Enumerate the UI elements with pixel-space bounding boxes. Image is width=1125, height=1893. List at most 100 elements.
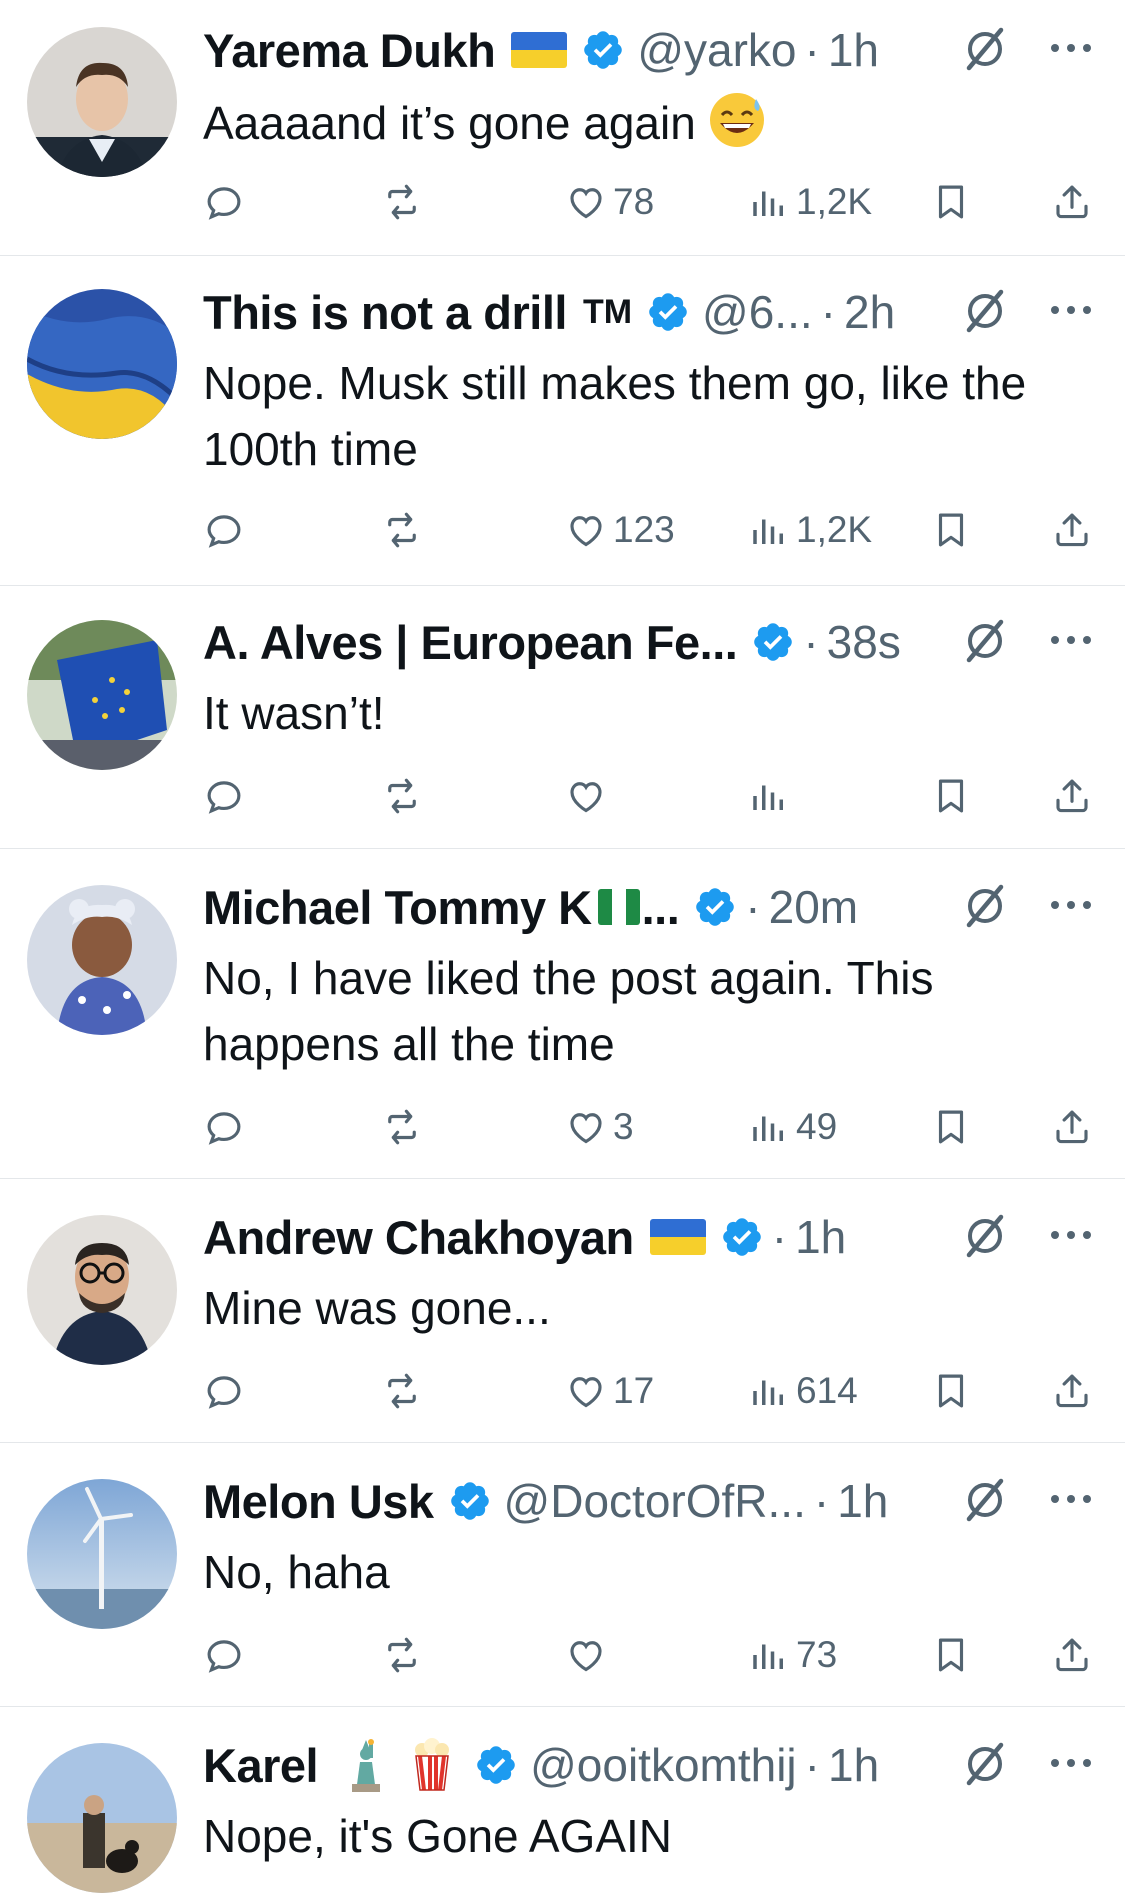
bookmark-button[interactable] bbox=[930, 1361, 972, 1421]
like-button[interactable]: 17 bbox=[565, 1361, 654, 1421]
reply-icon bbox=[207, 1112, 241, 1145]
like-button[interactable]: 123 bbox=[565, 500, 675, 560]
tweet-text: No, haha bbox=[203, 1539, 1065, 1605]
grok-icon[interactable] bbox=[961, 286, 1009, 334]
share-button[interactable] bbox=[1051, 172, 1093, 232]
like-button[interactable]: 78 bbox=[565, 172, 654, 232]
views-button[interactable]: 73 bbox=[748, 1625, 837, 1685]
repost-icon bbox=[388, 1373, 416, 1409]
share-icon bbox=[1056, 779, 1088, 813]
grok-icon[interactable] bbox=[961, 881, 1009, 929]
action-bar: 78 1,2K bbox=[203, 172, 1105, 232]
grok-icon[interactable] bbox=[961, 24, 1009, 72]
views-button[interactable]: 1,2K bbox=[748, 172, 872, 232]
like-button[interactable] bbox=[565, 766, 613, 826]
reply-button[interactable] bbox=[203, 1361, 245, 1421]
verified-badge-icon[interactable] bbox=[720, 1215, 764, 1259]
views-button[interactable]: 49 bbox=[748, 1097, 837, 1157]
repost-button[interactable] bbox=[381, 1361, 423, 1421]
repost-button[interactable] bbox=[381, 766, 423, 826]
tweet[interactable]: Michael Tommy K ... · 20m No, I have lik… bbox=[0, 849, 1125, 1179]
avatar[interactable] bbox=[27, 289, 177, 439]
grok-icon[interactable] bbox=[961, 1739, 1009, 1787]
timestamp[interactable]: 1h bbox=[828, 1738, 879, 1792]
display-name[interactable]: Yarema Dukh bbox=[203, 23, 496, 78]
display-name[interactable]: A. Alves | European Fe... bbox=[203, 615, 738, 670]
ukraine-flag-icon bbox=[649, 1219, 706, 1255]
grok-icon[interactable] bbox=[961, 616, 1009, 664]
verified-badge-icon[interactable] bbox=[693, 885, 737, 929]
more-icon[interactable] bbox=[1047, 300, 1095, 320]
grok-icon[interactable] bbox=[961, 1211, 1009, 1259]
display-name[interactable]: This is not a drill bbox=[203, 285, 567, 340]
handle[interactable]: @6... bbox=[702, 285, 813, 339]
timestamp[interactable]: 1h bbox=[837, 1474, 888, 1528]
views-button[interactable]: 614 bbox=[748, 1361, 858, 1421]
heart-icon bbox=[570, 1377, 602, 1408]
avatar[interactable] bbox=[27, 1215, 177, 1365]
share-button[interactable] bbox=[1051, 766, 1093, 826]
repost-button[interactable] bbox=[381, 1097, 423, 1157]
like-button[interactable] bbox=[565, 1625, 613, 1685]
timestamp[interactable]: 1h bbox=[795, 1210, 846, 1264]
display-name[interactable]: Michael Tommy K bbox=[203, 880, 592, 935]
display-name[interactable]: Melon Usk bbox=[203, 1474, 434, 1529]
bookmark-button[interactable] bbox=[930, 1625, 972, 1685]
reply-button[interactable] bbox=[203, 500, 245, 560]
tweet[interactable]: Andrew Chakhoyan · 1h Mine was gone... 1… bbox=[0, 1179, 1125, 1443]
more-icon[interactable] bbox=[1047, 1489, 1095, 1509]
avatar[interactable] bbox=[27, 1479, 177, 1629]
more-icon[interactable] bbox=[1047, 38, 1095, 58]
avatar[interactable] bbox=[27, 620, 177, 770]
grok-icon[interactable] bbox=[961, 1475, 1009, 1523]
verified-badge-icon[interactable] bbox=[474, 1743, 518, 1787]
bookmark-button[interactable] bbox=[930, 500, 972, 560]
handle[interactable]: @DoctorOfR... bbox=[504, 1474, 806, 1528]
handle[interactable]: @ooitkomthij bbox=[530, 1738, 797, 1792]
more-icon[interactable] bbox=[1047, 1225, 1095, 1245]
heart-icon bbox=[570, 188, 602, 219]
views-button[interactable]: 1,2K bbox=[748, 500, 872, 560]
timestamp[interactable]: 1h bbox=[828, 23, 879, 77]
handle[interactable]: @yarko bbox=[637, 23, 796, 77]
bookmark-button[interactable] bbox=[930, 172, 972, 232]
timestamp[interactable]: 38s bbox=[827, 615, 901, 669]
verified-badge-icon[interactable] bbox=[581, 28, 625, 72]
display-name[interactable]: Karel bbox=[203, 1738, 319, 1793]
bookmark-button[interactable] bbox=[930, 766, 972, 826]
tweet[interactable]: Karel @ooitkomthij · 1h Nope, it's Gone … bbox=[0, 1707, 1125, 1893]
tweet[interactable]: Yarema Dukh @yarko · 1h Aaaaand it’s gon… bbox=[0, 0, 1125, 256]
share-button[interactable] bbox=[1051, 1361, 1093, 1421]
display-name[interactable]: Andrew Chakhoyan bbox=[203, 1210, 634, 1265]
share-button[interactable] bbox=[1051, 1625, 1093, 1685]
avatar[interactable] bbox=[27, 27, 177, 177]
reply-button[interactable] bbox=[203, 766, 245, 826]
reply-icon bbox=[207, 1640, 241, 1673]
avatar[interactable] bbox=[27, 885, 177, 1035]
more-icon[interactable] bbox=[1047, 630, 1095, 650]
bookmark-button[interactable] bbox=[930, 1097, 972, 1157]
views-button[interactable] bbox=[748, 766, 796, 826]
tweet[interactable]: Melon Usk @DoctorOfR... · 1h No, haha 73 bbox=[0, 1443, 1125, 1707]
reply-button[interactable] bbox=[203, 1097, 245, 1157]
reply-button[interactable] bbox=[203, 172, 245, 232]
timestamp[interactable]: 2h bbox=[844, 285, 895, 339]
avatar[interactable] bbox=[27, 1743, 177, 1893]
more-icon[interactable] bbox=[1047, 1753, 1095, 1773]
repost-button[interactable] bbox=[381, 500, 423, 560]
verified-badge-icon[interactable] bbox=[646, 290, 690, 334]
verified-badge-icon[interactable] bbox=[448, 1479, 492, 1523]
popcorn-icon bbox=[408, 1738, 456, 1792]
like-button[interactable]: 3 bbox=[565, 1097, 634, 1157]
more-icon[interactable] bbox=[1047, 895, 1095, 915]
timestamp[interactable]: 20m bbox=[769, 880, 858, 934]
tweet-text-content: Mine was gone... bbox=[203, 1282, 551, 1334]
share-button[interactable] bbox=[1051, 1097, 1093, 1157]
repost-button[interactable] bbox=[381, 172, 423, 232]
tweet[interactable]: A. Alves | European Fe... · 38s It wasn’… bbox=[0, 586, 1125, 849]
reply-button[interactable] bbox=[203, 1625, 245, 1685]
tweet[interactable]: This is not a drill TM @6... · 2h Nope. … bbox=[0, 256, 1125, 586]
verified-badge-icon[interactable] bbox=[751, 620, 795, 664]
repost-button[interactable] bbox=[381, 1625, 423, 1685]
share-button[interactable] bbox=[1051, 500, 1093, 560]
